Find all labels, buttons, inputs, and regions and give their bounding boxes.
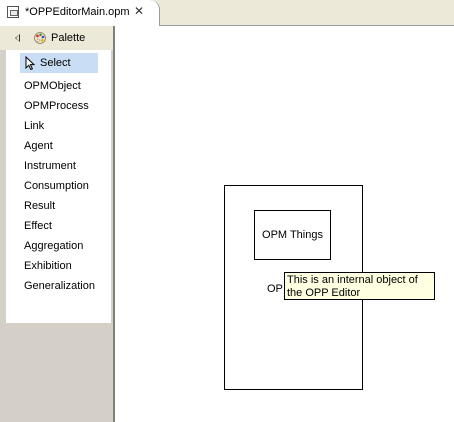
editor-tab-title: *OPPEditorMain.opm — [25, 6, 130, 18]
palette-item-label: OPMObject — [24, 80, 81, 92]
palette-item-opmobject[interactable]: OPMObject — [6, 76, 111, 96]
editor-tab[interactable]: *OPPEditorMain.opm ✕ — [0, 0, 160, 26]
opm-things-object[interactable]: OPM Things — [254, 210, 331, 260]
palette-panel: Palette Select OPMObject OPMProcess Link… — [0, 26, 114, 422]
palette-tool-list: Select OPMObject OPMProcess Link Agent I… — [6, 50, 111, 323]
editor-tab-bar: *OPPEditorMain.opm ✕ — [0, 0, 454, 26]
palette-item-label: Aggregation — [24, 240, 84, 252]
palette-icon — [34, 32, 46, 44]
arrow-pointer-icon — [25, 56, 36, 70]
opm-things-label: OPM Things — [262, 229, 323, 241]
palette-item-opmprocess[interactable]: OPMProcess — [6, 96, 111, 116]
palette-item-label: Select — [40, 57, 71, 69]
close-icon[interactable]: ✕ — [134, 4, 144, 18]
object-tooltip: This is an internal object of the OPP Ed… — [284, 272, 435, 300]
diagram-canvas[interactable]: OPM Things OP This is an internal object… — [114, 26, 454, 422]
palette-item-label: Result — [24, 200, 56, 212]
palette-item-label: Exhibition — [24, 260, 72, 272]
opm-file-icon — [7, 6, 19, 18]
palette-item-label: Effect — [24, 220, 52, 232]
palette-item-label: OPMProcess — [24, 100, 89, 112]
palette-item-label: Generalization — [24, 280, 95, 292]
palette-header[interactable]: Palette — [0, 26, 113, 50]
palette-item-result[interactable]: Result — [6, 196, 111, 216]
palette-title: Palette — [51, 32, 86, 44]
palette-item-select[interactable]: Select — [20, 53, 98, 73]
palette-item-instrument[interactable]: Instrument — [6, 156, 111, 176]
palette-item-exhibition[interactable]: Exhibition — [6, 256, 111, 276]
palette-item-consumption[interactable]: Consumption — [6, 176, 111, 196]
palette-item-generalization[interactable]: Generalization — [6, 276, 111, 296]
container-label: OP — [267, 283, 283, 295]
collapse-left-icon[interactable] — [15, 34, 20, 42]
palette-item-label: Instrument — [24, 160, 76, 172]
palette-item-link[interactable]: Link — [6, 116, 111, 136]
palette-item-label: Agent — [24, 140, 53, 152]
palette-item-label: Consumption — [24, 180, 89, 192]
palette-item-label: Link — [24, 120, 45, 132]
palette-item-aggregation[interactable]: Aggregation — [6, 236, 111, 256]
palette-item-agent[interactable]: Agent — [6, 136, 111, 156]
palette-item-effect[interactable]: Effect — [6, 216, 111, 236]
